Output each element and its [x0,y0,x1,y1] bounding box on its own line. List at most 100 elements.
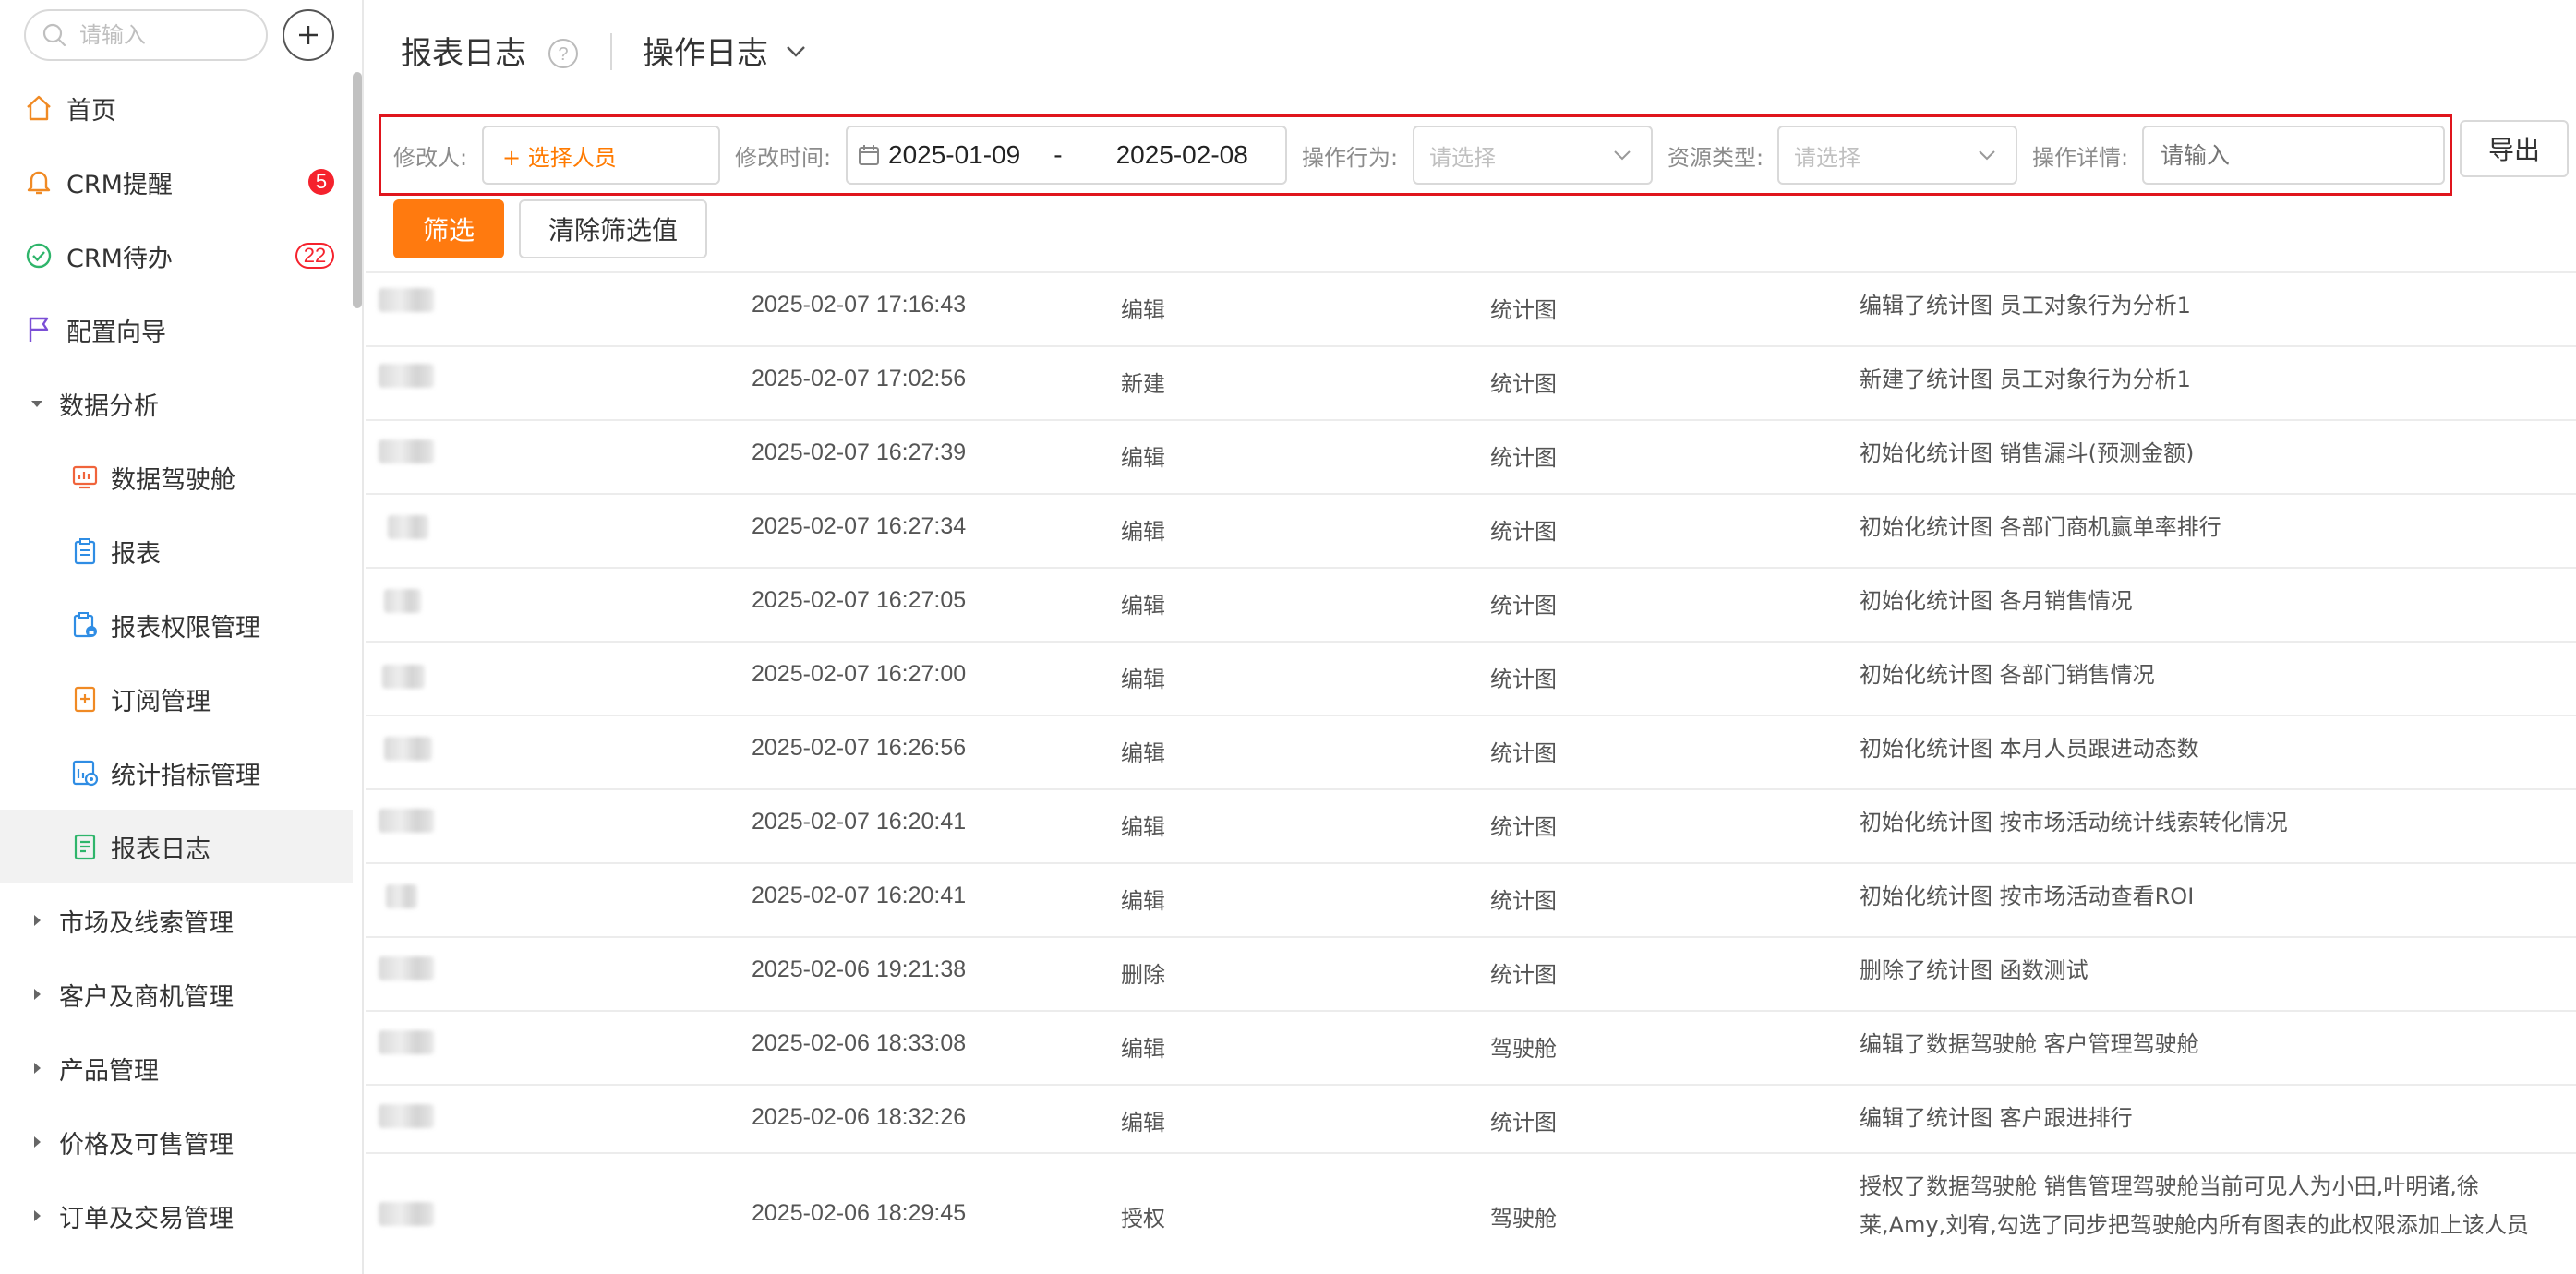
cell-detail: 初始化统计图 按市场活动统计线索转化情况 [1860,810,2288,835]
table-row[interactable]: 2025-02-07 16:27:39 编辑 统计图 初始化统计图 销售漏斗(预… [366,421,2576,495]
cell-resource: 统计图 [1490,519,1557,545]
chevron-down-icon [787,45,805,57]
cell-resource: 统计图 [1490,297,1557,323]
table-row[interactable]: 2025-02-07 16:27:05 编辑 统计图 初始化统计图 各月销售情况 [366,569,2576,643]
page-title: 报表日志 [401,35,526,72]
action-placeholder: 请选择 [1429,144,1496,171]
dashboard-icon [70,463,100,492]
cell-action: 编辑 [1121,445,1165,471]
table-row[interactable]: 2025-02-06 18:29:45 授权 驾驶舱 授权了数据驾驶舱 销售管理… [366,1154,2576,1274]
sidebar-item-label: 报表权限管理 [111,613,260,643]
cell-detail: 初始化统计图 按市场活动查看ROI [1860,883,2195,909]
user-avatar-blurred [379,364,434,388]
sidebar-group-customers-opportunities[interactable]: 客户及商机管理 [0,957,353,1031]
date-separator: - [1053,140,1063,169]
table-row[interactable]: 2025-02-07 16:27:00 编辑 统计图 初始化统计图 各部门销售情… [366,643,2576,716]
table-row[interactable]: 2025-02-06 18:32:26 编辑 统计图 编辑了统计图 客户跟进排行 [366,1086,2576,1154]
sidebar-group-orders[interactable]: 订单及交易管理 [0,1179,353,1253]
cell-resource: 驾驶舱 [1490,1036,1557,1062]
check-circle-icon [24,241,54,270]
cell-resource: 统计图 [1490,962,1557,988]
cell-resource: 统计图 [1490,1110,1557,1136]
sidebar-group-marketing-leads[interactable]: 市场及线索管理 [0,883,353,957]
detail-input[interactable] [2144,127,2443,183]
user-avatar-blurred [379,1202,434,1226]
user-avatar-blurred [382,665,425,689]
user-avatar-blurred [386,884,417,908]
sidebar-item-label: 市场及线索管理 [59,908,234,938]
cell-time: 2025-02-07 17:02:56 [752,366,967,391]
calendar-icon [859,145,879,165]
cell-resource: 统计图 [1490,445,1557,471]
search-icon [42,23,66,47]
table-row[interactable]: 2025-02-06 19:21:38 删除 统计图 删除了统计图 函数测试 [366,938,2576,1012]
sidebar-item-report-permissions[interactable]: 报表权限管理 [0,588,353,662]
sidebar-item-data-cockpit[interactable]: 数据驾驶舱 [0,440,353,514]
sidebar-search[interactable] [24,9,268,61]
cell-resource: 统计图 [1490,888,1557,914]
cell-resource: 统计图 [1490,814,1557,840]
select-person-text: + 选择人员 [502,144,617,171]
cell-time: 2025-02-06 18:33:08 [752,1030,967,1056]
sidebar-item-setup-wizard[interactable]: 配置向导 [0,293,353,367]
caret-right-icon [28,911,46,930]
sidebar-item-crm-todo[interactable]: CRM待办 22 [0,219,353,293]
add-button[interactable] [283,9,334,61]
cell-time: 2025-02-07 16:20:41 [752,883,967,908]
table-row[interactable]: 2025-02-07 17:02:56 新建 统计图 新建了统计图 员工对象行为… [366,347,2576,421]
sidebar-item-metrics[interactable]: 统计指标管理 [0,736,353,810]
table-row[interactable]: 2025-02-07 16:27:34 编辑 统计图 初始化统计图 各部门商机赢… [366,495,2576,569]
help-icon[interactable]: ? [547,37,580,70]
resource-select[interactable]: 请选择 [1777,126,2017,185]
cell-action: 删除 [1121,962,1165,988]
modifier-picker[interactable]: + 选择人员 [482,126,720,185]
cell-detail: 初始化统计图 本月人员跟进动态数 [1860,736,2199,762]
sidebar-group-data-analysis[interactable]: 数据分析 [0,367,353,440]
sidebar-item-home[interactable]: 首页 [0,71,353,145]
cell-action: 授权 [1121,1206,1165,1232]
sidebar-item-label: 订单及交易管理 [59,1204,234,1233]
user-avatar-blurred [388,515,428,539]
sidebar-scrollbar[interactable] [353,72,362,308]
cell-resource: 统计图 [1490,593,1557,619]
clear-filters-button[interactable]: 清除筛选值 [519,199,707,258]
cell-action: 编辑 [1121,593,1165,619]
sidebar-item-reports[interactable]: 报表 [0,514,353,588]
action-select[interactable]: 请选择 [1413,126,1653,185]
sidebar-group-pricing[interactable]: 价格及可售管理 [0,1105,353,1179]
table-row[interactable]: 2025-02-07 17:16:43 编辑 统计图 编辑了统计图 员工对象行为… [366,273,2576,347]
cell-time: 2025-02-07 16:27:34 [752,513,967,539]
table-row[interactable]: 2025-02-06 18:33:08 编辑 驾驶舱 编辑了数据驾驶舱 客户管理… [366,1012,2576,1086]
reminder-count-badge: 5 [308,169,334,195]
log-type-dropdown[interactable]: 操作日志 [643,28,809,73]
cell-detail: 初始化统计图 各部门商机赢单率排行 [1860,514,2221,540]
sidebar-item-label: 数据分析 [59,391,159,421]
sidebar-item-label: 产品管理 [59,1056,159,1086]
date-start[interactable]: 2025-01-09 [888,140,1020,170]
sidebar-item-crm-reminder[interactable]: CRM提醒 5 [0,145,353,219]
table-row[interactable]: 2025-02-07 16:20:41 编辑 统计图 初始化统计图 按市场活动统… [366,790,2576,864]
sidebar-item-subscriptions[interactable]: 订阅管理 [0,662,353,736]
cell-action: 编辑 [1121,667,1165,692]
sidebar-item-label: 统计指标管理 [111,761,260,790]
sidebar-search-input[interactable] [79,22,255,48]
table-row[interactable]: 2025-02-07 16:20:41 编辑 统计图 初始化统计图 按市场活动查… [366,864,2576,938]
export-button[interactable]: 导出 [2460,120,2569,177]
sidebar-item-label: 报表日志 [111,835,211,864]
chevron-down-icon [1614,150,1631,161]
table-row[interactable]: 2025-02-07 16:26:56 编辑 统计图 初始化统计图 本月人员跟进… [366,716,2576,790]
sidebar-group-products[interactable]: 产品管理 [0,1031,353,1105]
date-end[interactable]: 2025-02-08 [1116,140,1248,170]
sidebar-item-label: 首页 [66,96,116,126]
sidebar-item-label: 订阅管理 [111,687,211,716]
detail-label: 操作详情: [2032,145,2129,171]
sidebar-item-report-log[interactable]: 报表日志 [0,810,353,883]
filter-button[interactable]: 筛选 [393,199,504,258]
cell-action: 编辑 [1121,519,1165,545]
clipboard-lock-icon [70,610,100,640]
sidebar-item-label: 数据驾驶舱 [111,465,235,495]
caret-down-icon [28,394,46,413]
detail-input-box[interactable] [2142,126,2445,185]
date-range-picker[interactable]: 2025-01-09 - 2025-02-08 [846,126,1287,185]
caret-right-icon [28,1133,46,1151]
